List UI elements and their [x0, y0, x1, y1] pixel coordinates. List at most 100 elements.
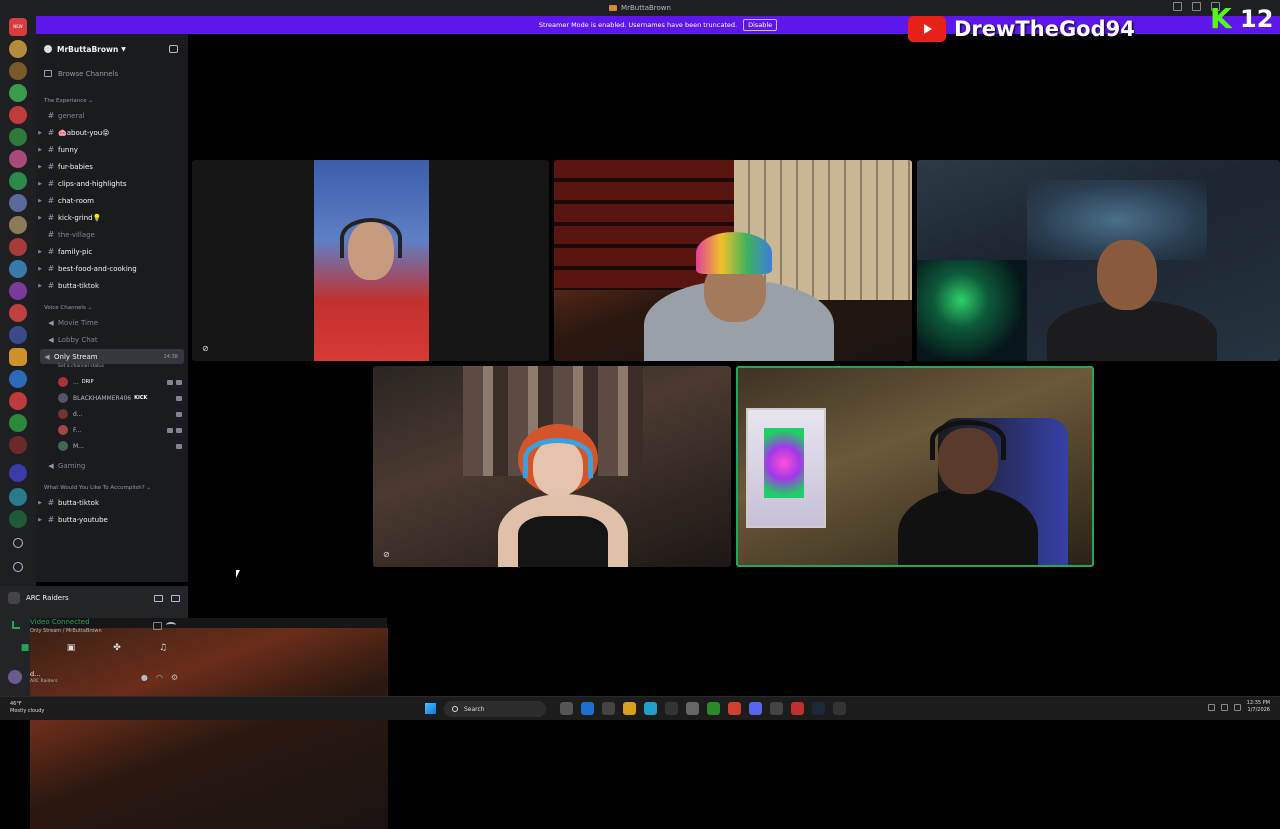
- new-badge[interactable]: NEW: [9, 18, 27, 36]
- screen-share-button[interactable]: ▣: [64, 642, 78, 654]
- activities-button[interactable]: ✤: [110, 642, 124, 654]
- server-icon[interactable]: [9, 464, 27, 482]
- user-info[interactable]: d... ARC Raiders ● ◠ ⚙: [8, 668, 180, 688]
- voice-user[interactable]: BLACKHAMMER406 KICK: [58, 391, 182, 405]
- xbox-icon[interactable]: [707, 702, 720, 715]
- disable-streamer-mode-button[interactable]: Disable: [743, 19, 778, 31]
- server-icon[interactable]: [9, 172, 27, 190]
- minimize-button[interactable]: [1192, 2, 1201, 11]
- camera-button[interactable]: ■: [18, 642, 32, 654]
- channel-fur-babies[interactable]: ▶ # fur-babies: [36, 159, 188, 174]
- volume-icon[interactable]: [1233, 703, 1241, 711]
- server-icon-selected[interactable]: [9, 348, 27, 366]
- server-icon[interactable]: [9, 128, 27, 146]
- controller-icon[interactable]: [154, 594, 163, 602]
- app-icon[interactable]: [791, 702, 804, 715]
- channel-butta-tiktok[interactable]: ▶ # butta-tiktok: [36, 278, 188, 293]
- app-icon[interactable]: [665, 702, 678, 715]
- server-icon[interactable]: [9, 62, 27, 80]
- mic-icon[interactable]: ●: [141, 673, 148, 682]
- server-icon[interactable]: [9, 238, 27, 256]
- server-icon[interactable]: [9, 392, 27, 410]
- task-view-icon[interactable]: [560, 702, 573, 715]
- server-header[interactable]: MrButtaBrown ▼: [36, 38, 188, 60]
- discord-icon[interactable]: [749, 702, 762, 715]
- app-icon[interactable]: [581, 702, 594, 715]
- server-icon[interactable]: [9, 194, 27, 212]
- channel-general[interactable]: # general: [36, 108, 188, 123]
- disconnect-icon[interactable]: [166, 622, 176, 628]
- noise-suppression-icon[interactable]: [153, 622, 162, 630]
- voice-channel-movie-time[interactable]: ◀ Movie Time: [36, 315, 188, 330]
- category-accomplish[interactable]: What Would You Like To Accomplish? ⌄: [44, 485, 151, 491]
- server-icon[interactable]: [9, 436, 27, 454]
- steam-icon[interactable]: [812, 702, 825, 715]
- server-icon[interactable]: [9, 370, 27, 388]
- network-icon[interactable]: [1220, 703, 1228, 711]
- category-experience[interactable]: The Experiance ⌄: [44, 98, 93, 104]
- chrome-icon[interactable]: [728, 702, 741, 715]
- channel-status[interactable]: Set a channel status: [58, 364, 104, 369]
- voice-channel-lobby-chat[interactable]: ◀ Lobby Chat: [36, 332, 188, 347]
- app-icon[interactable]: [833, 702, 846, 715]
- screen-icon[interactable]: [171, 594, 180, 602]
- arrow-icon: ▶: [38, 265, 42, 272]
- server-icon[interactable]: [9, 40, 27, 58]
- inbox-icon[interactable]: [1173, 2, 1182, 11]
- soundboard-button[interactable]: ♫: [156, 642, 170, 654]
- taskbar-search[interactable]: Search: [444, 701, 546, 717]
- clock[interactable]: 12:35 PM 1/7/2026: [1247, 700, 1270, 714]
- video-tile[interactable]: [554, 160, 912, 361]
- server-icon[interactable]: [9, 150, 27, 168]
- channel-butta-tiktok-2[interactable]: ▶ # butta-tiktok: [36, 495, 188, 510]
- app-icon[interactable]: [602, 702, 615, 715]
- voice-user[interactable]: M...: [58, 439, 182, 453]
- channel-about-you[interactable]: ▶ # 🐽about-you😝: [36, 125, 188, 140]
- category-voice[interactable]: Voice Channels ⌄: [44, 305, 92, 311]
- channel-family-pic[interactable]: ▶ # family-pic: [36, 244, 188, 259]
- edge-icon[interactable]: [644, 702, 657, 715]
- voice-channel-only-stream[interactable]: ◀ Only Stream 24:38: [40, 349, 184, 364]
- add-server-icon[interactable]: [13, 538, 23, 548]
- chevron-up-icon[interactable]: [1207, 703, 1215, 711]
- server-icon[interactable]: [9, 282, 27, 300]
- voice-user[interactable]: ... DRIP: [58, 375, 182, 389]
- app-icon[interactable]: [770, 702, 783, 715]
- channel-kick-grind[interactable]: ▶ # kick-grind💡: [36, 210, 188, 225]
- voice-user[interactable]: d...: [58, 407, 182, 421]
- gear-icon[interactable]: ⚙: [171, 673, 178, 682]
- server-icon[interactable]: [9, 326, 27, 344]
- video-tile[interactable]: ⊘: [373, 366, 731, 567]
- voice-channel-path[interactable]: Only Stream / MrButtaBrown: [30, 628, 388, 829]
- server-icon[interactable]: [9, 84, 27, 102]
- kick-icon: K: [1210, 2, 1232, 35]
- voice-user[interactable]: F...: [58, 423, 182, 437]
- hash-icon: #: [47, 230, 55, 239]
- file-explorer-icon[interactable]: [623, 702, 636, 715]
- server-icon[interactable]: [9, 510, 27, 528]
- server-icon[interactable]: [9, 216, 27, 234]
- channel-chat-room[interactable]: ▶ # chat-room: [36, 193, 188, 208]
- channel-the-village[interactable]: # the-village: [36, 227, 188, 242]
- server-icon[interactable]: [9, 304, 27, 322]
- channel-butta-youtube[interactable]: ▶ # butta-youtube: [36, 512, 188, 527]
- video-tile-speaking[interactable]: [736, 366, 1094, 567]
- windows-start-icon[interactable]: [425, 703, 436, 714]
- server-icon[interactable]: [9, 106, 27, 124]
- activity-row[interactable]: ARC Raiders: [8, 592, 180, 604]
- app-icon[interactable]: [686, 702, 699, 715]
- voice-channel-gaming[interactable]: ◀ Gaming: [36, 458, 188, 473]
- server-icon[interactable]: [9, 260, 27, 278]
- channel-best-food[interactable]: ▶ # best-food-and-cooking: [36, 261, 188, 276]
- browse-channels[interactable]: Browse Channels: [36, 66, 188, 81]
- discover-icon[interactable]: [13, 562, 23, 572]
- channel-clips[interactable]: ▶ # clips-and-highlights: [36, 176, 188, 191]
- video-tile[interactable]: ⊘: [192, 160, 549, 361]
- headphones-icon[interactable]: ◠: [156, 673, 163, 682]
- channel-funny[interactable]: ▶ # funny: [36, 142, 188, 157]
- weather-widget[interactable]: 46°F Mostly cloudy: [10, 701, 44, 715]
- server-icon[interactable]: [9, 488, 27, 506]
- server-icon[interactable]: [9, 414, 27, 432]
- invite-icon[interactable]: [169, 45, 178, 53]
- video-tile[interactable]: [917, 160, 1280, 361]
